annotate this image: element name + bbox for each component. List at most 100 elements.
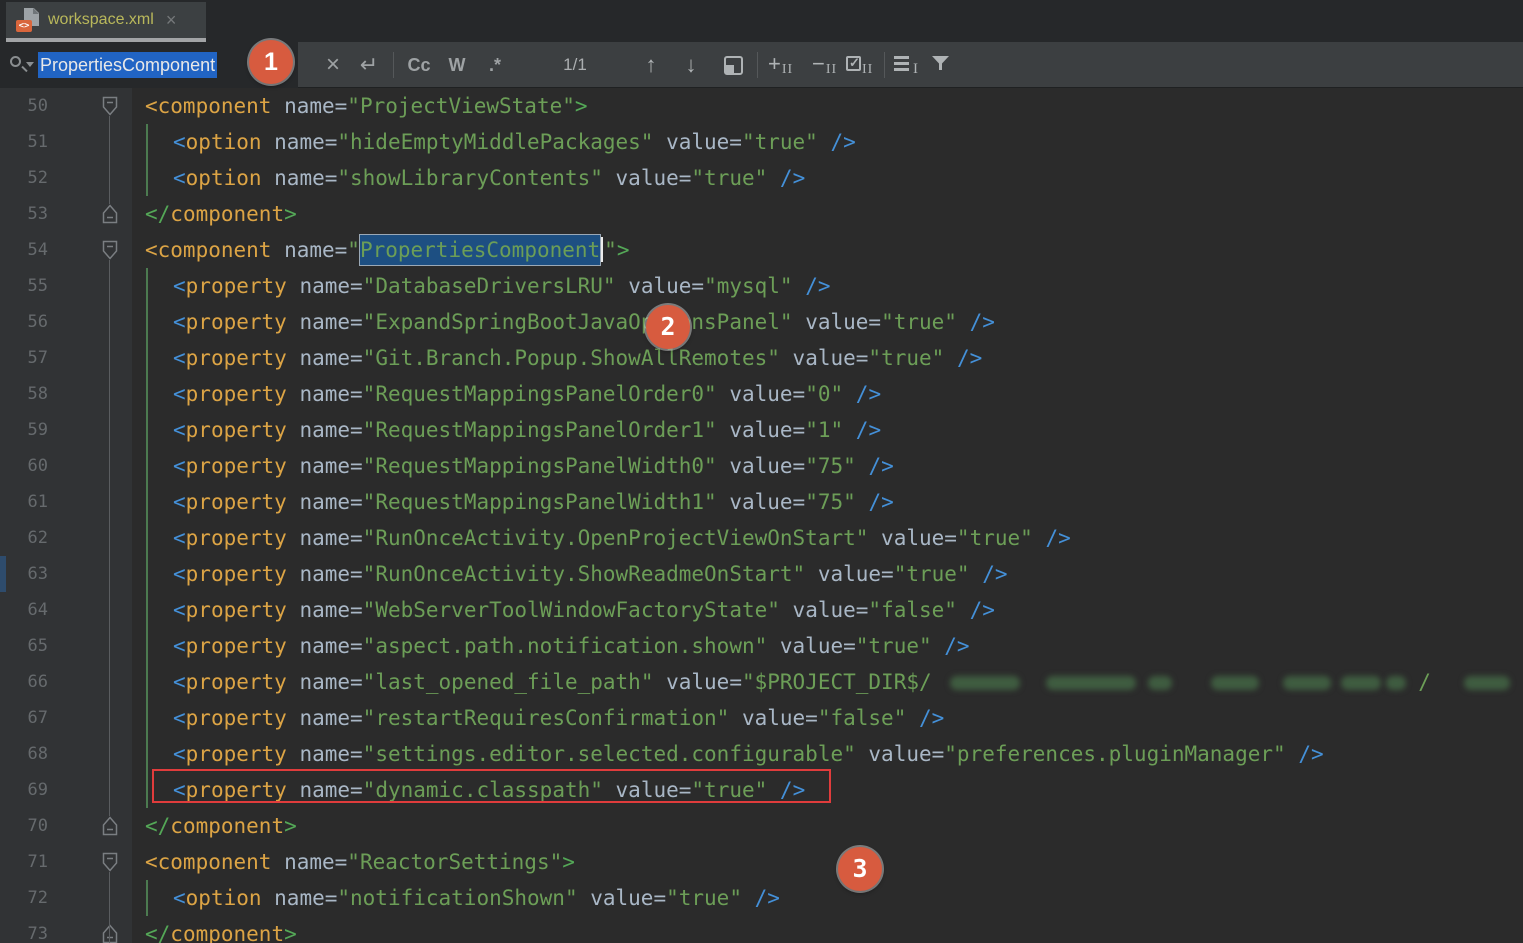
code-text[interactable]: </component>	[132, 916, 297, 943]
gutter: 53	[0, 196, 132, 232]
code-text[interactable]: <property name="RequestMappingsPanelWidt…	[132, 448, 894, 484]
code-text[interactable]: <property name="RequestMappingsPanelWidt…	[132, 484, 894, 520]
redacted-text	[1148, 676, 1172, 690]
annotation-badge-2: 2	[646, 305, 690, 349]
code-text[interactable]: <property name="restartRequiresConfirmat…	[132, 700, 944, 736]
whole-words-button[interactable]: W	[442, 42, 472, 88]
toolbar-separator	[393, 52, 394, 78]
code-line: 68 <property name="settings.editor.select…	[0, 736, 1523, 772]
indent-guide	[146, 124, 148, 196]
remove-occurrence-icon[interactable]: −II	[812, 42, 837, 88]
code-line: 57 <property name="Git.Branch.Popup.ShowA…	[0, 340, 1523, 376]
code-text[interactable]: <option name="notificationShown" value="…	[132, 880, 780, 916]
code-line: 70</component>	[0, 808, 1523, 844]
code-line: 54 <component name="PropertiesComponent">	[0, 232, 1523, 268]
code-text[interactable]: <property name="RequestMappingsPanelOrde…	[132, 376, 881, 412]
fold-end-icon[interactable]	[102, 924, 118, 943]
annotation-highlight-box	[152, 769, 831, 803]
line-number: 64	[0, 592, 48, 628]
fold-start-icon[interactable]	[102, 96, 118, 116]
line-number: 67	[0, 700, 48, 736]
code-text[interactable]: </component>	[132, 196, 297, 232]
code-text[interactable]: <component name="ProjectViewState">	[132, 88, 588, 124]
fold-connector	[109, 260, 110, 816]
gutter: 56	[0, 304, 132, 340]
gutter: 59	[0, 412, 132, 448]
line-number: 61	[0, 484, 48, 520]
code-line: 53 </component>	[0, 196, 1523, 232]
line-number: 50	[0, 88, 48, 124]
redacted-text	[950, 676, 1020, 690]
fold-end-icon[interactable]	[102, 204, 118, 224]
code-text[interactable]: <property name="RunOnceActivity.ShowRead…	[132, 556, 1008, 592]
gutter: 61	[0, 484, 132, 520]
filter-icon[interactable]	[932, 56, 949, 76]
line-number: 54	[0, 232, 48, 268]
code-line: 55<property name="DatabaseDriversLRU" va…	[0, 268, 1523, 304]
gutter: 51	[0, 124, 132, 160]
gutter: 55	[0, 268, 132, 304]
selected-query: PropertiesComponent	[38, 52, 217, 78]
search-options-icon[interactable]: I	[894, 55, 918, 75]
tab-close-icon[interactable]: ×	[166, 11, 177, 29]
gutter: 62	[0, 520, 132, 556]
code-text[interactable]: <component name="ReactorSettings">	[132, 844, 575, 880]
insert-newline-icon[interactable]: ↵	[354, 42, 384, 88]
code-text[interactable]: <property name="settings.editor.selected…	[132, 736, 1324, 772]
fold-start-icon[interactable]	[102, 852, 118, 872]
select-all-occurrences-icon[interactable]: ✓II	[846, 42, 873, 88]
code-text[interactable]: <option name="showLibraryContents" value…	[132, 160, 805, 196]
code-text[interactable]: <property name="RequestMappingsPanelOrde…	[132, 412, 881, 448]
line-number: 53	[0, 196, 48, 232]
fold-connector	[109, 116, 110, 204]
open-in-find-window-icon[interactable]	[724, 56, 743, 75]
redacted-text	[1211, 676, 1259, 690]
code-line: 52<option name="showLibraryContents" val…	[0, 160, 1523, 196]
code-text[interactable]: </component>	[132, 808, 297, 844]
redacted-text	[1283, 676, 1331, 690]
code-line: 67 <property name="restartRequiresConfirm…	[0, 700, 1523, 736]
code-line: 66 <property name="last_opened_file_path"…	[0, 664, 1523, 700]
previous-occurrence-icon[interactable]: ↑	[636, 42, 666, 88]
line-number: 68	[0, 736, 48, 772]
code-editor[interactable]: 50 <component name="ProjectViewState"> 51 <…	[0, 88, 1523, 943]
line-number: 60	[0, 448, 48, 484]
code-text[interactable]: <property name="Git.Branch.Popup.ShowAll…	[132, 340, 982, 376]
redacted-text	[1046, 676, 1136, 690]
code-line: 56 <property name="ExpandSpringBootJavaOp…	[0, 304, 1523, 340]
clear-search-icon[interactable]: ×	[318, 42, 348, 88]
code-line: 63<property name="RunOnceActivity.ShowRe…	[0, 556, 1523, 592]
line-number: 51	[0, 124, 48, 160]
line-number: 56	[0, 304, 48, 340]
code-line: 64 <property name="WebServerToolWindowFac…	[0, 592, 1523, 628]
code-text[interactable]: <property name="WebServerToolWindowFacto…	[132, 592, 995, 628]
add-occurrence-icon[interactable]: +II	[768, 42, 793, 88]
gutter: 50	[0, 88, 132, 124]
toolbar-separator	[884, 52, 885, 78]
next-occurrence-icon[interactable]: ↓	[676, 42, 706, 88]
code-text[interactable]: <option name="hideEmptyMiddlePackages" v…	[132, 124, 856, 160]
gutter: 54	[0, 232, 132, 268]
line-number: 62	[0, 520, 48, 556]
code-text[interactable]: <property name="DatabaseDriversLRU" valu…	[132, 268, 831, 304]
fold-start-icon[interactable]	[102, 240, 118, 260]
code-text[interactable]: <property name="aspect.path.notification…	[132, 628, 970, 664]
line-number: 66	[0, 664, 48, 700]
code-line: 72<option name="notificationShown" value…	[0, 880, 1523, 916]
code-text[interactable]: <property name="RunOnceActivity.OpenProj…	[132, 520, 1071, 556]
gutter: 68	[0, 736, 132, 772]
line-number: 69	[0, 772, 48, 808]
editor-tab[interactable]: <> workspace.xml ×	[6, 2, 206, 38]
gutter: 73	[0, 916, 132, 943]
fold-end-icon[interactable]	[102, 816, 118, 836]
line-number: 59	[0, 412, 48, 448]
match-case-button[interactable]: Cc	[402, 42, 436, 88]
line-number: 57	[0, 340, 48, 376]
code-text[interactable]: <component name="PropertiesComponent">	[132, 232, 629, 268]
search-history-chevron-icon	[26, 62, 34, 67]
regex-button[interactable]: .*	[478, 42, 512, 88]
search-icon[interactable]	[8, 54, 34, 76]
code-text[interactable]: <property name="last_opened_file_path" v…	[132, 664, 1510, 700]
code-line: 51 <option name="hideEmptyMiddlePackages"…	[0, 124, 1523, 160]
code-text[interactable]: <property name="ExpandSpringBootJavaOpti…	[132, 304, 995, 340]
